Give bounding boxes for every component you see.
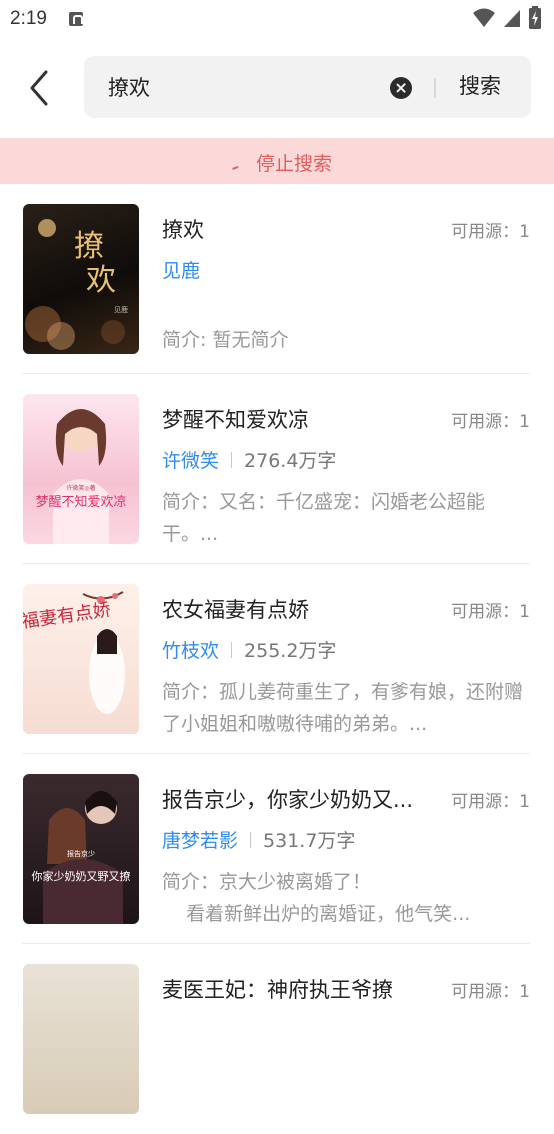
search-divider <box>434 78 436 98</box>
book-author[interactable]: 竹枝欢 <box>162 640 219 662</box>
book-intro: 简介：又名：千亿盛宠：闪婚老公超能干。... <box>162 491 486 545</box>
book-title: 报告京少，你家少奶奶又... <box>162 788 414 812</box>
cover-art: 农女福妻有点娇 <box>23 591 125 714</box>
list-item[interactable]: 撩欢 见鹿 撩欢 可用源：1 见鹿 简介: 暂无简介 <box>0 184 554 374</box>
book-cover <box>23 964 139 1114</box>
book-title: 梦醒不知爱欢凉 <box>162 408 309 432</box>
book-intro: 简介：孤儿姜荷重生了，有爹有娘，还附赠了小姐姐和嗷嗷待哺的弟弟。... <box>162 681 524 735</box>
cover-art: 许微笑◎著 梦醒不知爱欢凉 <box>35 409 127 544</box>
book-author[interactable]: 见鹿 <box>162 260 200 282</box>
cover-author: 见鹿 <box>114 305 128 314</box>
book-intro: 简介: 暂无简介 <box>162 329 289 351</box>
book-title: 麦医王妃：神府执王爷撩 <box>162 978 393 1002</box>
search-header: 搜索 <box>0 40 554 136</box>
book-cover: 许微笑◎著 梦醒不知爱欢凉 <box>23 394 139 544</box>
source-count: 可用源：1 <box>451 982 530 1002</box>
cover-title: 梦醒不知爱欢凉 <box>35 494 126 510</box>
word-count: 276.4万字 <box>244 450 337 472</box>
back-button[interactable] <box>22 66 62 110</box>
cover-subtitle: 报告京少 <box>67 849 95 858</box>
book-title: 农女福妻有点娇 <box>162 598 309 622</box>
author-line: 许微笑 276.4万字 <box>162 446 336 473</box>
list-item[interactable]: 许微笑◎著 梦醒不知爱欢凉 梦醒不知爱欢凉 可用源：1 许微笑 276.4万字 简… <box>0 374 554 564</box>
cover-author: 许微笑◎著 <box>66 484 95 492</box>
back-arrow-icon <box>30 70 48 106</box>
list-item[interactable]: 麦医王妃：神府执王爷撩 可用源：1 <box>0 944 554 1134</box>
book-cover: 农女福妻有点娇 <box>23 584 139 734</box>
stop-search-label: 停止搜索 <box>256 153 333 175</box>
stop-search-button[interactable]: 停止搜索 <box>0 138 554 184</box>
word-count: 531.7万字 <box>263 830 356 852</box>
cover-art: 撩欢 见鹿 <box>25 219 128 350</box>
book-title: 撩欢 <box>162 218 204 242</box>
source-count: 可用源：1 <box>451 412 530 432</box>
battery-icon <box>529 6 541 29</box>
book-author[interactable]: 许微笑 <box>162 450 219 472</box>
author-line: 竹枝欢 255.2万字 <box>162 636 336 663</box>
search-input[interactable] <box>108 72 378 102</box>
notification-icon <box>68 12 83 26</box>
list-item[interactable]: 农女福妻有点娇 农女福妻有点娇 可用源：1 竹枝欢 255.2万字 简介：孤儿姜荷… <box>0 564 554 754</box>
status-icons <box>472 6 542 30</box>
meta-divider <box>250 832 252 848</box>
author-line: 唐梦若影 531.7万字 <box>162 826 355 853</box>
clear-icon[interactable] <box>390 77 412 99</box>
author-line: 见鹿 <box>162 256 200 283</box>
book-author[interactable]: 唐梦若影 <box>162 830 238 852</box>
search-button[interactable]: 搜索 <box>459 70 501 100</box>
book-cover: 报告京少 你家少奶奶又野又撩 <box>23 774 139 924</box>
meta-divider <box>231 452 233 468</box>
book-intro: 简介：京大少被离婚了！ 看着新鲜出炉的离婚证，他气笑... <box>162 871 471 925</box>
search-box: 搜索 <box>84 56 531 118</box>
cover-title: 农女福妻有点娇 <box>23 599 112 637</box>
cover-title: 你家少奶奶又野又撩 <box>32 869 131 883</box>
status-time: 2:19 <box>10 8 47 29</box>
wifi-icon <box>473 8 495 27</box>
status-bar: 2:19 <box>0 0 554 38</box>
meta-divider <box>231 642 233 658</box>
word-count: 255.2万字 <box>244 640 337 662</box>
loading-spinner-icon <box>231 164 239 170</box>
source-count: 可用源：1 <box>451 222 530 242</box>
signal-icon <box>504 10 520 27</box>
list-item[interactable]: 报告京少 你家少奶奶又野又撩 报告京少，你家少奶奶又... 可用源：1 唐梦若影… <box>0 754 554 944</box>
cover-title-1: 撩欢 <box>74 229 116 298</box>
cover-art: 报告京少 你家少奶奶又野又撩 <box>32 791 131 924</box>
source-count: 可用源：1 <box>451 602 530 622</box>
source-count: 可用源：1 <box>451 792 530 812</box>
book-cover: 撩欢 见鹿 <box>23 204 139 354</box>
